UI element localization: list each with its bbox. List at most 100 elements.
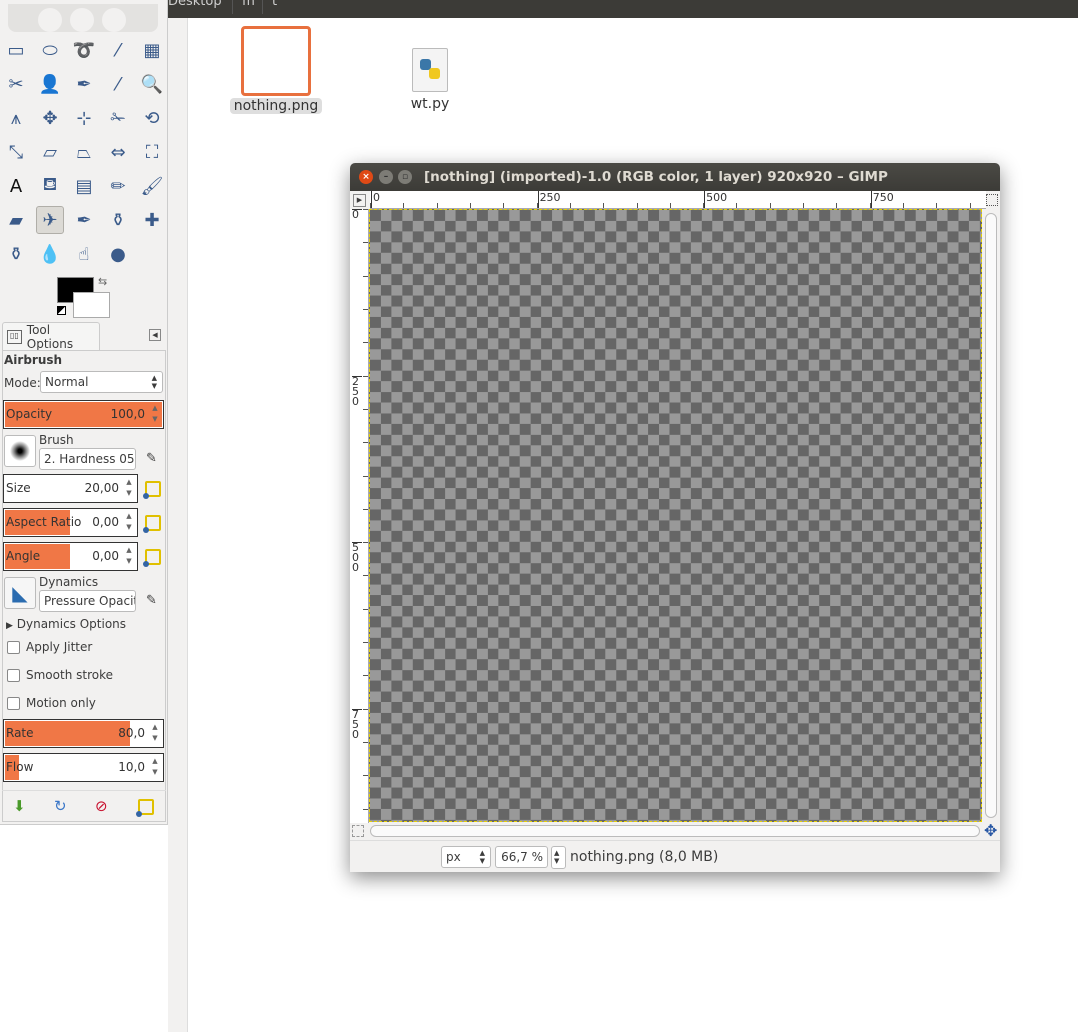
paths-tool-icon[interactable]: ✒ bbox=[70, 70, 98, 98]
edit-dynamics-icon[interactable]: ✎ bbox=[146, 593, 157, 608]
opacity-slider[interactable]: Opacity 100,0 ▲ ▼ bbox=[3, 400, 164, 429]
python-file-icon bbox=[412, 48, 448, 92]
status-text: nothing.png (8,0 MB) bbox=[570, 849, 719, 865]
mode-value: Normal bbox=[45, 375, 89, 389]
measure-tool-icon[interactable]: ⩚ bbox=[2, 104, 30, 132]
foreground-select-tool-icon[interactable]: 👤 bbox=[36, 70, 64, 98]
scissors-tool-icon[interactable]: ✂ bbox=[2, 70, 30, 98]
blend-tool-icon[interactable]: ▤ bbox=[70, 172, 98, 200]
dodge-burn-tool-icon[interactable]: ● bbox=[104, 240, 132, 268]
tab-menu-button[interactable]: ◀ bbox=[149, 329, 161, 341]
aspect-ratio-slider[interactable]: Aspect Ratio 0,00 ▲ ▼ bbox=[3, 508, 138, 537]
scale-tool-icon[interactable]: ⤡ bbox=[2, 138, 30, 166]
flow-label: Flow bbox=[6, 760, 34, 774]
select-by-color-tool-icon[interactable]: ▦ bbox=[138, 36, 166, 64]
perspective-clone-tool-icon[interactable]: ⚱ bbox=[2, 240, 30, 268]
text-tool-icon[interactable]: A bbox=[2, 172, 30, 200]
minimize-icon[interactable]: – bbox=[379, 170, 393, 184]
brush-preview-button[interactable] bbox=[4, 435, 36, 467]
motion-only-checkbox[interactable] bbox=[7, 697, 20, 710]
zoom-image-icon[interactable] bbox=[986, 194, 998, 206]
ruler-tick-label: 0 bbox=[352, 209, 362, 220]
airbrush-tool-icon[interactable]: ✈ bbox=[36, 206, 64, 234]
close-icon[interactable]: × bbox=[359, 170, 373, 184]
dynamics-options-expander[interactable]: ▶ Dynamics Options bbox=[6, 617, 126, 631]
mode-select[interactable]: Normal ▲ ▼ bbox=[40, 371, 163, 393]
perspective-tool-icon[interactable]: ⏢ bbox=[70, 138, 98, 166]
ellipse-select-tool-icon[interactable]: ⬭ bbox=[36, 36, 64, 64]
maximize-icon[interactable]: ▫ bbox=[398, 170, 412, 184]
title-bar[interactable]: × – ▫ [nothing] (imported)-1.0 (RGB colo… bbox=[350, 163, 1000, 191]
bucket-fill-tool-icon[interactable]: ⛾ bbox=[36, 172, 64, 200]
zoom-field[interactable]: 66,7 % bbox=[495, 846, 548, 868]
clone-tool-icon[interactable]: ⚱ bbox=[104, 206, 132, 234]
angle-slider[interactable]: Angle 0,00 ▲ ▼ bbox=[3, 542, 138, 571]
file-nothing-png[interactable]: nothing.png bbox=[228, 26, 324, 114]
reset-angle-icon[interactable] bbox=[143, 549, 161, 567]
reset-aspect-icon[interactable] bbox=[143, 515, 161, 533]
free-select-tool-icon[interactable]: ➰ bbox=[70, 36, 98, 64]
flip-tool-icon[interactable]: ⇔ bbox=[104, 138, 132, 166]
ink-tool-icon[interactable]: ✒ bbox=[70, 206, 98, 234]
restore-options-icon[interactable]: ↻ bbox=[54, 797, 67, 815]
navigate-icon[interactable]: ✥ bbox=[984, 821, 997, 840]
tool-name: Airbrush bbox=[4, 353, 63, 367]
default-colors-icon[interactable] bbox=[57, 306, 66, 315]
file-wt-py[interactable]: wt.py bbox=[392, 48, 468, 112]
dynamics-options-label: Dynamics Options bbox=[16, 617, 127, 631]
ruler-tick-label: 750 bbox=[352, 708, 362, 740]
blur-tool-icon[interactable]: 💧 bbox=[36, 240, 64, 268]
swap-colors-icon[interactable]: ⇆ bbox=[98, 275, 107, 288]
vertical-scrollbar[interactable] bbox=[985, 213, 997, 818]
edit-brush-icon[interactable]: ✎ bbox=[146, 451, 157, 466]
apply-jitter-checkbox[interactable] bbox=[7, 641, 20, 654]
shear-tool-icon[interactable]: ▱ bbox=[36, 138, 64, 166]
align-tool-icon[interactable]: ⊹ bbox=[70, 104, 98, 132]
background-color-swatch[interactable] bbox=[73, 292, 110, 318]
crumb-t[interactable]: t bbox=[272, 0, 277, 9]
aspect-ratio-label: Aspect Ratio bbox=[6, 515, 82, 529]
pencil-tool-icon[interactable]: ✏ bbox=[104, 172, 132, 200]
smudge-tool-icon[interactable]: ☝ bbox=[70, 240, 98, 268]
move-tool-icon[interactable]: ✥ bbox=[36, 104, 64, 132]
color-picker-tool-icon[interactable]: ⁄ bbox=[104, 70, 132, 98]
horizontal-scrollbar[interactable] bbox=[370, 825, 980, 837]
zoom-dropdown[interactable]: ▲ ▼ bbox=[551, 846, 566, 869]
window-title: [nothing] (imported)-1.0 (RGB color, 1 l… bbox=[424, 169, 888, 185]
heal-tool-icon[interactable]: ✚ bbox=[138, 206, 166, 234]
fuzzy-select-tool-icon[interactable]: ⁄ bbox=[104, 36, 132, 64]
opacity-value: 100,0 bbox=[110, 407, 145, 421]
crop-tool-icon[interactable]: ✁ bbox=[104, 104, 132, 132]
tab-tool-options[interactable]: ▯▯ Tool Options bbox=[2, 322, 100, 351]
rect-select-tool-icon[interactable]: ▭ bbox=[2, 36, 30, 64]
save-options-icon[interactable]: ⬇ bbox=[13, 797, 26, 815]
quick-mask-toggle[interactable] bbox=[352, 825, 364, 837]
unit-select[interactable]: px ▲ ▼ bbox=[441, 846, 491, 868]
paintbrush-tool-icon[interactable]: 🖌 bbox=[138, 172, 166, 200]
eraser-tool-icon[interactable]: ▰ bbox=[2, 206, 30, 234]
flow-value: 10,0 bbox=[118, 760, 145, 774]
image-canvas[interactable] bbox=[369, 209, 982, 822]
crumb-fn[interactable]: fn bbox=[242, 0, 255, 9]
reset-size-icon[interactable] bbox=[143, 481, 161, 499]
reset-options-icon[interactable] bbox=[136, 799, 154, 817]
dynamics-name-field[interactable]: Pressure Opacity bbox=[39, 590, 136, 612]
rotate-tool-icon[interactable]: ⟲ bbox=[138, 104, 166, 132]
smooth-stroke-checkbox[interactable] bbox=[7, 669, 20, 682]
dynamics-button[interactable]: ◣ bbox=[4, 577, 36, 609]
motion-only-label: Motion only bbox=[26, 696, 96, 710]
flow-slider[interactable]: Flow 10,0 ▲ ▼ bbox=[3, 753, 164, 782]
delete-options-icon[interactable]: ⊘ bbox=[95, 797, 108, 815]
rate-label: Rate bbox=[6, 726, 34, 740]
image-menu-button[interactable]: ▶ bbox=[353, 194, 366, 207]
cage-transform-tool-icon[interactable]: ⛶ bbox=[138, 138, 166, 166]
vertical-ruler[interactable]: 0 250 500 750 bbox=[350, 209, 369, 823]
crumb-desktop[interactable]: Desktop bbox=[168, 0, 222, 9]
aspect-ratio-value: 0,00 bbox=[92, 515, 119, 529]
size-slider[interactable]: Size 20,00 ▲ ▼ bbox=[3, 474, 138, 503]
ruler-tick-label: 500 bbox=[704, 191, 727, 208]
brush-name-field[interactable]: 2. Hardness 050 bbox=[39, 448, 136, 470]
rate-slider[interactable]: Rate 80,0 ▲ ▼ bbox=[3, 719, 164, 748]
horizontal-ruler[interactable]: 0 250 500 750 bbox=[370, 191, 986, 209]
zoom-tool-icon[interactable]: 🔍 bbox=[138, 70, 166, 98]
